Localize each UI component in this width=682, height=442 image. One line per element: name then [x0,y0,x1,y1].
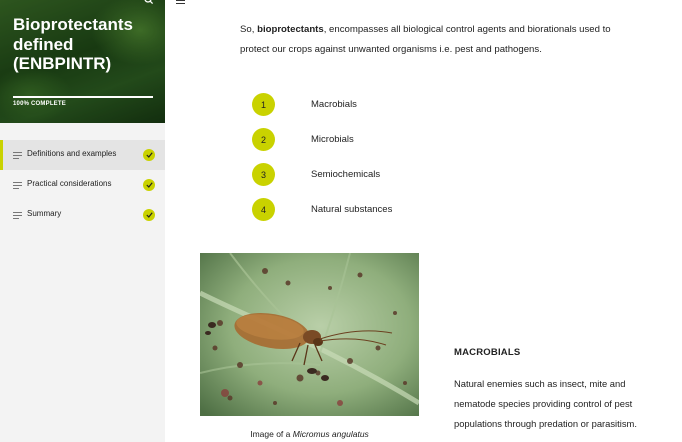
caption-species: Micromus angulatus [292,429,369,439]
progress-label: 100% COMPLETE [13,101,66,107]
list-number: 3 [252,163,275,186]
image-caption: Image of a Micromus angulatus [200,429,419,439]
progress-bar [13,96,153,98]
list-number: 4 [252,198,275,221]
intro-paragraph: So, bioprotectants, encompasses all biol… [240,20,640,60]
lesson-lines-icon [13,212,22,219]
list-number: 1 [252,93,275,116]
search-button[interactable] [141,0,157,7]
list-label: Natural substances [311,204,393,215]
caption-prefix: Image of a [250,429,293,439]
search-icon [144,0,154,5]
course-title: Bioprotectants defined (ENBPINTR) [13,15,133,73]
course-header: Bioprotectants defined (ENBPINTR) 100% C… [0,0,165,123]
lesson-lines-icon [13,182,22,189]
sidebar-item-label: Summary [27,209,62,218]
sidebar: Bioprotectants defined (ENBPINTR) 100% C… [0,0,165,442]
list-label: Microbials [311,134,354,145]
sidebar-item-label: Definitions and examples [27,149,117,158]
check-circle-icon [143,209,155,221]
list-label: Macrobials [311,99,357,110]
intro-bold-term: bioprotectants [257,24,324,35]
sidebar-item-definitions[interactable]: Definitions and examples [0,140,165,170]
sidebar-item-practical[interactable]: Practical considerations [0,170,165,200]
check-circle-icon [143,179,155,191]
progress-bar-fill [13,96,153,98]
list-number: 2 [252,128,275,151]
section-text: Natural enemies such as insect, mite and… [454,378,637,429]
check-circle-icon [143,149,155,161]
lesson-nav: Definitions and examples Practical consi… [0,140,165,230]
sidebar-item-summary[interactable]: Summary [0,200,165,230]
list-label: Semiochemicals [311,169,381,180]
sidebar-item-label: Practical considerations [27,179,112,188]
insect-photo [200,253,419,416]
lesson-lines-icon [13,152,22,159]
menu-toggle-icon[interactable] [176,0,185,5]
section-title: MACROBIALS [454,347,521,358]
intro-prefix: So, [240,24,258,35]
